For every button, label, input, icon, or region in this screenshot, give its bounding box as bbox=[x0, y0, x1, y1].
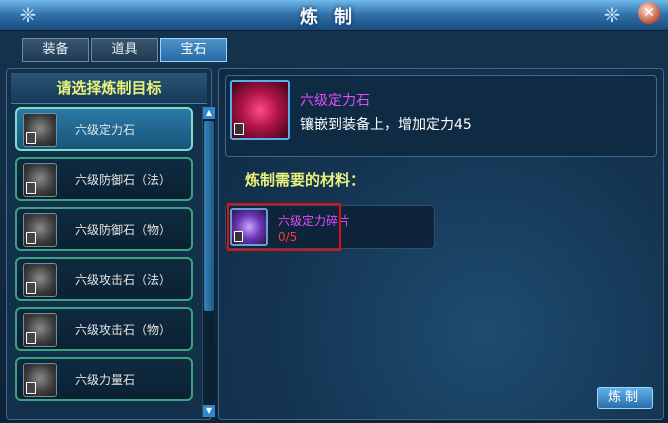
target-list-header: 请选择炼制目标 bbox=[11, 73, 207, 104]
scroll-down-icon[interactable]: ▼ bbox=[203, 405, 215, 417]
bound-lock-icon bbox=[26, 132, 36, 144]
stone-icon bbox=[23, 313, 57, 347]
stone-icon bbox=[23, 213, 57, 247]
target-item[interactable]: 六级定力石 bbox=[15, 107, 193, 151]
target-item-label: 六级力量石 bbox=[75, 373, 136, 387]
title-bar: ❈ 炼制 ❈ ✕ bbox=[0, 0, 668, 31]
stone-icon bbox=[23, 163, 57, 197]
target-name: 六级定力石 bbox=[300, 93, 370, 109]
tab-bar: 装备 道具 宝石 bbox=[22, 38, 227, 62]
window-title: 炼制 bbox=[300, 7, 368, 28]
target-description: 镶嵌到装备上，增加定力45 bbox=[300, 117, 472, 133]
target-item[interactable]: 六级防御石（法） bbox=[15, 157, 193, 201]
target-item[interactable]: 六级攻击石（法） bbox=[15, 257, 193, 301]
target-item-label: 六级定力石 bbox=[75, 123, 136, 137]
target-item-label: 六级攻击石（物） bbox=[75, 323, 172, 337]
target-item-label: 六级防御石（法） bbox=[75, 173, 172, 187]
target-item-label: 六级防御石（物） bbox=[75, 223, 172, 237]
detail-panel: 六级定力石 镶嵌到装备上，增加定力45 炼制需要的材料： 六级定力碎片 0/5 … bbox=[218, 68, 664, 420]
close-button[interactable]: ✕ bbox=[638, 2, 660, 24]
bound-lock-icon bbox=[26, 282, 36, 294]
smelting-window: ❈ 炼制 ❈ ✕ 装备 道具 宝石 请选择炼制目标 六级定力石 六级防御石（法）… bbox=[0, 0, 668, 423]
scroll-thumb[interactable] bbox=[204, 121, 214, 311]
bound-lock-icon bbox=[26, 382, 36, 394]
materials-heading: 炼制需要的材料： bbox=[245, 171, 366, 189]
tab-gems[interactable]: 宝石 bbox=[160, 38, 227, 62]
target-list-scrollbar[interactable]: ▲ ▼ bbox=[202, 107, 215, 417]
smelt-button[interactable]: 炼制 bbox=[597, 387, 653, 409]
stone-icon bbox=[23, 363, 57, 397]
cloud-ornament-icon: ❈ bbox=[603, 3, 621, 27]
stone-icon bbox=[23, 113, 57, 147]
target-info: 六级定力石 镶嵌到装备上，增加定力45 bbox=[225, 75, 657, 157]
target-item[interactable]: 六级力量石 bbox=[15, 357, 193, 401]
bound-lock-icon bbox=[26, 332, 36, 344]
flame-stone-icon bbox=[230, 80, 290, 140]
target-item[interactable]: 六级攻击石（物） bbox=[15, 307, 193, 351]
bound-lock-icon bbox=[26, 232, 36, 244]
bound-lock-icon bbox=[234, 123, 244, 135]
scroll-up-icon[interactable]: ▲ bbox=[203, 107, 215, 119]
tab-equipment[interactable]: 装备 bbox=[22, 38, 89, 62]
stone-icon bbox=[23, 263, 57, 297]
bound-lock-icon bbox=[26, 182, 36, 194]
material-highlight-box bbox=[227, 203, 341, 251]
target-list-panel: 请选择炼制目标 六级定力石 六级防御石（法） 六级防御石（物） 六级攻击石（法）… bbox=[6, 68, 215, 420]
target-item-label: 六级攻击石（法） bbox=[75, 273, 172, 287]
target-item[interactable]: 六级防御石（物） bbox=[15, 207, 193, 251]
tab-items[interactable]: 道具 bbox=[91, 38, 158, 62]
